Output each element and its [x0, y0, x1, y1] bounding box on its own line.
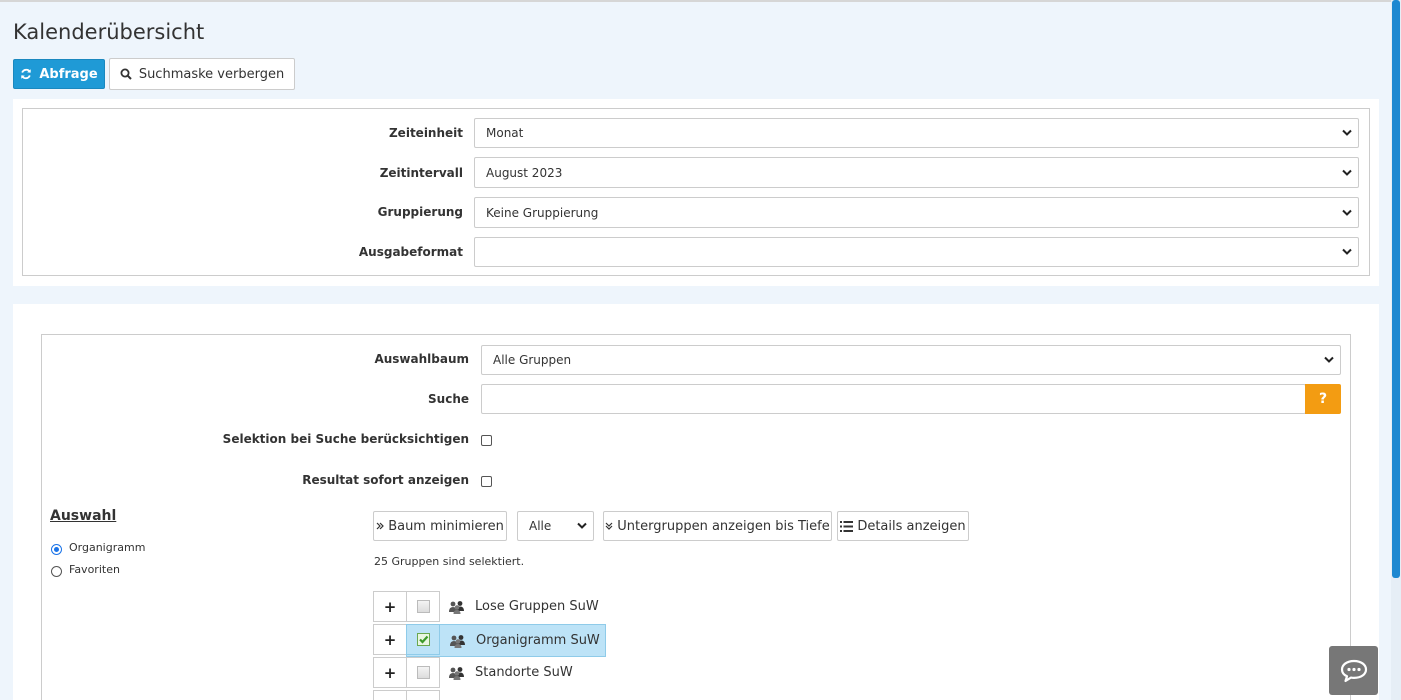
- auswahlbaum-value: Alle Gruppen: [493, 353, 572, 367]
- group-icon: [449, 666, 464, 680]
- tree-item-label: Lose Gruppen SuW: [475, 599, 599, 614]
- show-details-button[interactable]: Details anzeigen: [837, 511, 969, 541]
- minimize-tree-label: Baum minimieren: [388, 518, 504, 534]
- top-border: [0, 0, 1401, 2]
- show-subgroups-label: Untergruppen anzeigen bis Tiefe: [617, 518, 830, 534]
- gruppierung-label: Gruppierung: [377, 205, 463, 219]
- zeiteinheit-select[interactable]: Monat: [474, 118, 1359, 148]
- chevron-down-icon: [1342, 248, 1352, 255]
- group-icon: [449, 600, 464, 614]
- hide-search-mask-label: Suchmaske verbergen: [138, 66, 285, 82]
- organigramm-radio-label[interactable]: Organigramm: [69, 541, 145, 554]
- tree-checkbox[interactable]: [416, 633, 430, 646]
- auswahl-heading: Auswahl: [50, 508, 117, 524]
- tree-expand-button[interactable]: +: [373, 657, 407, 688]
- double-chevron-down-icon: [605, 522, 613, 530]
- zeitintervall-select[interactable]: August 2023: [474, 157, 1359, 188]
- page-title: Kalenderübersicht: [13, 20, 205, 44]
- ausgabeformat-label: Ausgabeformat: [358, 245, 463, 259]
- gruppierung-select[interactable]: Keine Gruppierung: [474, 197, 1359, 228]
- favoriten-radio-label[interactable]: Favoriten: [69, 563, 120, 576]
- depth-select[interactable]: Alle: [517, 511, 594, 541]
- tree-checkbox-cell[interactable]: [406, 591, 440, 622]
- chat-icon: [1340, 659, 1367, 682]
- search-icon: [120, 68, 132, 80]
- auswahlbaum-select[interactable]: Alle Gruppen: [481, 345, 1341, 375]
- tree-checkbox-cell-partial[interactable]: [406, 690, 440, 700]
- tree-checkbox[interactable]: [416, 666, 430, 679]
- zeitintervall-value: August 2023: [486, 165, 563, 180]
- chevron-down-icon: [577, 522, 587, 529]
- chat-button[interactable]: [1329, 646, 1378, 695]
- consider-selection-label: Selektion bei Suche berücksichtigen: [222, 432, 469, 446]
- tree-item[interactable]: Lose Gruppen SuW: [448, 599, 599, 614]
- list-icon: [840, 520, 854, 532]
- chevron-down-icon: [1342, 169, 1352, 176]
- minimize-tree-button[interactable]: Baum minimieren: [373, 511, 507, 541]
- tree-item[interactable]: Organigramm SuW: [449, 633, 600, 648]
- hide-search-mask-button[interactable]: Suchmaske verbergen: [109, 58, 295, 90]
- query-button-label: Abfrage: [39, 66, 98, 82]
- chevron-down-icon: [1324, 356, 1334, 363]
- organigramm-radio[interactable]: [51, 544, 62, 555]
- tree-item[interactable]: Standorte SuW: [448, 665, 573, 680]
- double-chevron-right-icon: [376, 522, 385, 530]
- ausgabeformat-select[interactable]: [474, 237, 1359, 267]
- consider-selection-checkbox[interactable]: [481, 435, 492, 446]
- gruppierung-value: Keine Gruppierung: [486, 205, 599, 220]
- refresh-icon: [21, 68, 32, 80]
- suche-label: Suche: [428, 392, 469, 406]
- show-details-label: Details anzeigen: [857, 518, 966, 534]
- zeiteinheit-value: Monat: [486, 126, 524, 140]
- chevron-down-icon: [1342, 209, 1352, 216]
- auswahlbaum-label: Auswahlbaum: [374, 352, 469, 366]
- show-subgroups-button[interactable]: Untergruppen anzeigen bis Tiefe: [603, 511, 832, 541]
- search-help-button[interactable]: ?: [1305, 384, 1341, 414]
- query-button[interactable]: Abfrage: [13, 59, 105, 89]
- tree-expand-button[interactable]: +: [373, 624, 407, 655]
- tree-checkbox-cell[interactable]: [406, 624, 440, 655]
- group-icon: [450, 634, 465, 648]
- tree-expand-button[interactable]: +: [373, 591, 407, 622]
- favoriten-radio[interactable]: [51, 566, 62, 577]
- page-scrollbar-thumb[interactable]: [1392, 0, 1400, 578]
- tree-checkbox[interactable]: [416, 600, 430, 613]
- zeitintervall-label: Zeitintervall: [379, 166, 463, 180]
- show-result-checkbox[interactable]: [481, 476, 492, 487]
- selection-status: 25 Gruppen sind selektiert.: [374, 555, 525, 568]
- tree-item-label: Standorte SuW: [475, 665, 573, 680]
- depth-value: Alle: [529, 519, 552, 533]
- tree-item-label: Organigramm SuW: [476, 633, 600, 648]
- tree-checkbox-cell[interactable]: [406, 657, 440, 688]
- tree-expand-button-partial[interactable]: [373, 690, 407, 700]
- chevron-down-icon: [1342, 129, 1352, 136]
- zeiteinheit-label: Zeiteinheit: [388, 126, 463, 140]
- search-input[interactable]: [481, 384, 1306, 414]
- show-result-label: Resultat sofort anzeigen: [302, 473, 469, 487]
- check-icon: [418, 635, 428, 644]
